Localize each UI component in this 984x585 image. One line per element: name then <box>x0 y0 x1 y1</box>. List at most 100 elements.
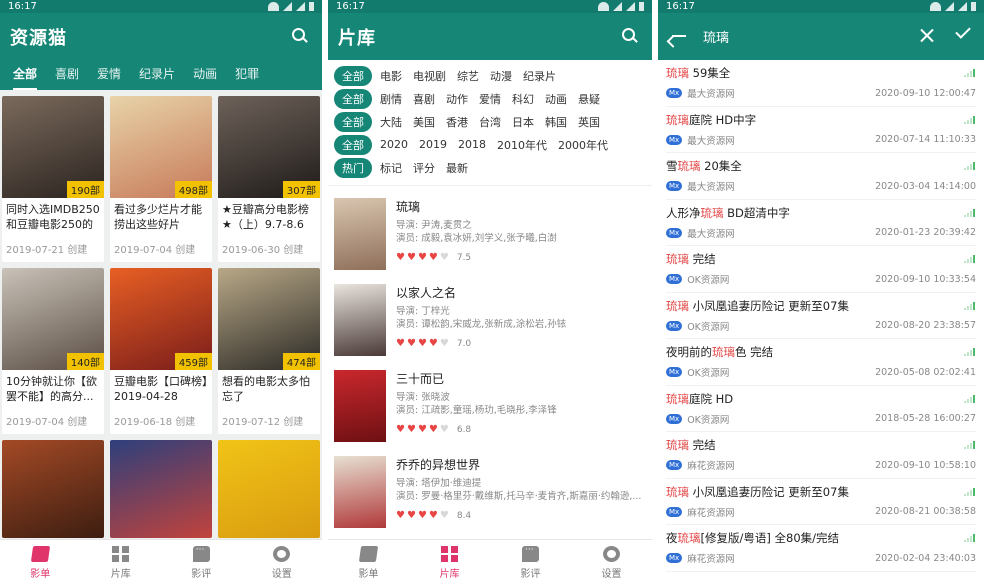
filter-row: 全部 剧情 喜剧 动作 爱情 科幻 动画 悬疑 <box>334 87 652 110</box>
movie-item[interactable]: 琉璃 导演: 尹涛,麦贯之 演员: 成毅,袁冰妍,刘学义,张予曦,白澍 ♥ ♥ ♥ ♥ ♥ 7.… <box>334 186 652 272</box>
result-date: 2020-07-14 11:10:33 <box>875 134 976 145</box>
nav-label: 影评 <box>191 569 212 580</box>
filter-option[interactable]: 评分 <box>413 160 435 176</box>
collection-card[interactable]: 474部 想看的电影太多怕忘了 2019-07-12 创建 <box>218 268 320 434</box>
title-suffix: 小凤凰追妻历险记 更新至07集 <box>689 484 849 499</box>
nav-item-grid[interactable]: 片库 <box>81 540 162 585</box>
search-icon[interactable] <box>292 28 308 44</box>
movie-item[interactable]: 乔乔的异想世界 导演: 塔伊加·维迪提 演员: 罗曼·格里芬·戴维斯,托马辛·麦肯齐… <box>334 444 652 530</box>
close-icon[interactable] <box>920 28 934 42</box>
nav-item-gear[interactable]: 设置 <box>571 540 652 585</box>
filter-option[interactable]: 2020 <box>380 138 408 151</box>
collection-card[interactable]: 498部 看过多少烂片才能捞出这些好片 2019-07-04 创建 <box>110 96 212 262</box>
movie-director: 导演: 尹涛,麦贯之 <box>396 220 472 231</box>
filter-option[interactable]: 2010年代 <box>497 137 547 153</box>
filter-option[interactable]: 2018 <box>458 138 486 151</box>
filter-option[interactable]: 悬疑 <box>578 91 600 107</box>
result-title: 夜明前的琉璃色 完结 <box>666 344 976 360</box>
tab-5[interactable]: 犯罪 <box>226 60 268 90</box>
count-badge: 307部 <box>282 181 320 198</box>
tab-1[interactable]: 喜剧 <box>46 60 88 90</box>
movie-title: 琉璃 <box>396 200 421 214</box>
filter-option[interactable]: 动作 <box>446 91 468 107</box>
collection-card[interactable] <box>110 440 212 538</box>
result-item[interactable]: 雪琉璃 20集全 Mx 最大资源网 2020-03-04 14:14:00 <box>666 153 976 200</box>
heart-icon: ♥ <box>396 338 405 349</box>
nav-item-chat[interactable]: 影评 <box>161 540 242 585</box>
tab-4[interactable]: 动画 <box>184 60 226 90</box>
result-item[interactable]: 人形净琉璃 BD超清中字 Mx 最大资源网 2020-01-23 20:39:42 <box>666 200 976 246</box>
filter-pill-selected[interactable]: 全部 <box>334 65 372 86</box>
signal-icon <box>296 2 305 11</box>
filter-option[interactable]: 美国 <box>413 114 435 130</box>
filter-pill-selected[interactable]: 全部 <box>334 88 372 109</box>
filter-option[interactable]: 动漫 <box>490 68 512 84</box>
result-item[interactable]: 琉璃 59集全 Mx 最大资源网 2020-09-10 12:00:47 <box>666 60 976 107</box>
result-item[interactable]: 琉璃庭院 HD中字 Mx 最大资源网 2020-07-14 11:10:33 <box>666 107 976 153</box>
collection-card[interactable] <box>2 440 104 538</box>
filter-option[interactable]: 标记 <box>380 160 402 176</box>
movie-poster <box>334 456 386 528</box>
filter-option[interactable]: 最新 <box>446 160 468 176</box>
filter-pill-selected[interactable]: 热门 <box>334 157 372 178</box>
filter-option[interactable]: 台湾 <box>479 114 501 130</box>
signal-icon <box>613 2 622 11</box>
collection-card[interactable]: 190部 同时入选IMDB250和豆瓣电影250的 2019-07-21 创建 <box>2 96 104 262</box>
result-date: 2018-05-28 16:00:27 <box>875 413 976 424</box>
filter-option[interactable]: 科幻 <box>512 91 534 107</box>
result-item[interactable]: 琉璃庭院 HD Mx OK资源网 2018-05-28 16:00:27 <box>666 386 976 432</box>
tab-3[interactable]: 纪录片 <box>130 60 184 90</box>
movie-director: 导演: 张晓波 <box>396 392 450 403</box>
result-item[interactable]: 琉璃 小凤凰追妻历险记 更新至07集 Mx OK资源网 2020-08-20 23:3… <box>666 293 976 339</box>
tab-0[interactable]: 全部 <box>4 60 46 90</box>
filter-option[interactable]: 剧情 <box>380 91 402 107</box>
filter-pill-selected[interactable]: 全部 <box>334 111 372 132</box>
result-item[interactable]: 琉璃 小凤凰追妻历险记 更新至07集 Mx 麻花资源网 2020-08-21 00:3… <box>666 479 976 525</box>
result-item[interactable]: 夜琉璃[修复版/粤语] 全80集/完结 Mx 麻花资源网 2020-02-04 23:… <box>666 525 976 572</box>
filter-option[interactable]: 日本 <box>512 114 534 130</box>
collection-title: 同时入选IMDB250和豆瓣电影250的 <box>6 203 100 231</box>
filter-option[interactable]: 大陆 <box>380 114 402 130</box>
filter-option[interactable]: 2019 <box>419 138 447 151</box>
result-item[interactable]: 夜明前的琉璃色 完结 Mx OK资源网 2020-05-08 02:02:41 <box>666 339 976 386</box>
filter-option[interactable]: 电影 <box>380 68 402 84</box>
filter-option[interactable]: 2000年代 <box>558 137 608 153</box>
nav-item-chat[interactable]: 影评 <box>490 540 571 585</box>
rating: ♥ ♥ ♥ ♥ ♥ 7.5 <box>396 252 652 263</box>
search-icon[interactable] <box>622 28 638 44</box>
nav-item-film[interactable]: 影单 <box>328 540 409 585</box>
poster-image: 498部 <box>110 96 212 198</box>
filter-option[interactable]: 韩国 <box>545 114 567 130</box>
tab-2[interactable]: 爱情 <box>88 60 130 90</box>
filter-option[interactable]: 香港 <box>446 114 468 130</box>
filter-option[interactable]: 电视剧 <box>413 68 446 84</box>
result-item[interactable]: 琉璃 完结 Mx 麻花资源网 2020-09-10 10:58:10 <box>666 432 976 479</box>
heart-icon: ♥ <box>396 252 405 263</box>
back-arrow-icon[interactable] <box>672 35 686 37</box>
filter-option[interactable]: 喜剧 <box>413 91 435 107</box>
check-icon[interactable] <box>955 23 971 39</box>
status-bar: 16:17 <box>658 0 984 13</box>
heart-icon: ♥ <box>439 252 449 263</box>
search-input[interactable]: 琉璃 <box>703 27 729 46</box>
collection-card[interactable] <box>218 440 320 538</box>
filter-option[interactable]: 纪录片 <box>523 68 556 84</box>
collection-card[interactable]: 459部 豆瓣电影【口碑榜】2019-04-28 2019-06-18 创建 <box>110 268 212 434</box>
filter-pill-selected[interactable]: 全部 <box>334 134 372 155</box>
nav-item-gear[interactable]: 设置 <box>242 540 323 585</box>
title-highlight: 琉璃 <box>666 391 689 406</box>
filter-option[interactable]: 英国 <box>578 114 600 130</box>
filter-option[interactable]: 综艺 <box>457 68 479 84</box>
filter-option[interactable]: 动画 <box>545 91 567 107</box>
movie-item[interactable]: 以家人之名 导演: 丁梓光 演员: 谭松韵,宋威龙,张新成,涂松岩,孙铱 ♥ ♥ ♥ ♥ ♥ 7… <box>334 272 652 358</box>
collection-card[interactable]: 307部 ★豆瓣高分电影榜★（上）9.7-8.6 2019-06-30 创建 <box>218 96 320 262</box>
filter-option[interactable]: 爱情 <box>479 91 501 107</box>
movie-item[interactable]: 三十而已 导演: 张晓波 演员: 江疏影,童瑶,杨玏,毛晓彤,李泽锋 ♥ ♥ ♥ ♥ ♥ 6.8 <box>334 358 652 444</box>
nav-item-grid[interactable]: 片库 <box>409 540 490 585</box>
result-item[interactable]: 琉璃 完结 Mx OK资源网 2020-09-10 10:33:54 <box>666 246 976 293</box>
nav-item-film[interactable]: 影单 <box>0 540 81 585</box>
source-tag: Mx <box>666 553 683 563</box>
movie-director: 导演: 丁梓光 <box>396 306 450 317</box>
created-date: 2019-07-04 创建 <box>6 417 88 428</box>
collection-card[interactable]: 140部 10分钟就让你【欲罢不能】的高分... 2019-07-04 创建 <box>2 268 104 434</box>
